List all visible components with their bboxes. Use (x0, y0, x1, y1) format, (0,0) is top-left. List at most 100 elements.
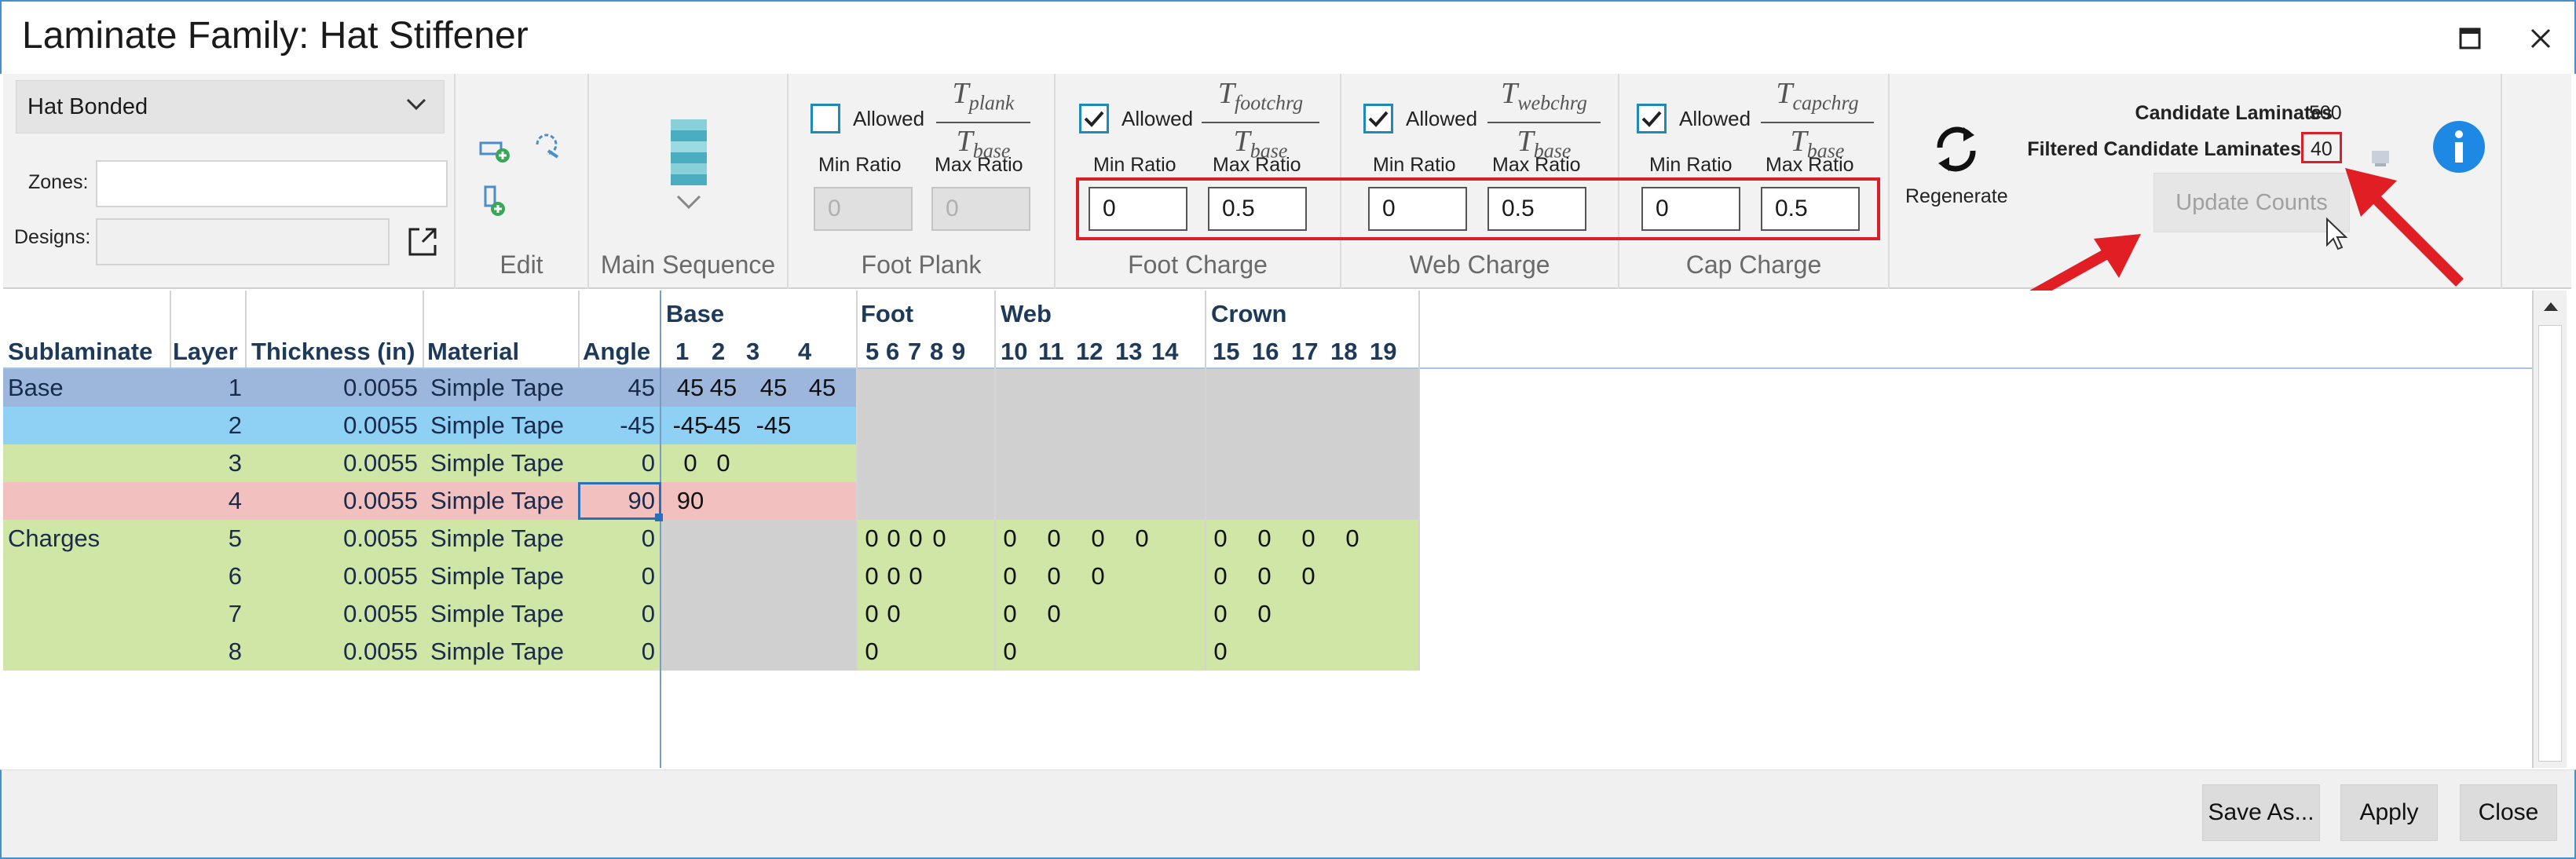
ply-value-cell[interactable]: 45 (699, 369, 748, 407)
ply-value-cell[interactable]: 0 (884, 557, 903, 595)
add-column-icon[interactable] (478, 184, 512, 218)
sublaminate-cell[interactable] (8, 444, 165, 482)
layer-cell[interactable]: 4 (173, 482, 242, 520)
ply-value-cell[interactable]: 0 (884, 520, 903, 557)
ply-header[interactable]: 8 (930, 333, 943, 371)
update-counts-button[interactable]: Update Counts (2153, 173, 2350, 232)
sublaminate-cell[interactable]: Charges (8, 520, 165, 557)
angle-cell[interactable]: 0 (584, 444, 655, 482)
chevron-down-icon[interactable] (675, 193, 702, 210)
ply-value-cell[interactable]: 0 (884, 595, 903, 633)
column-header-angle[interactable]: Angle (583, 333, 650, 371)
apply-button[interactable]: Apply (2340, 784, 2438, 841)
ply-header[interactable]: 12 (1076, 333, 1103, 371)
foot-charge-allowed-checkbox[interactable] (1079, 104, 1109, 133)
column-header-thickness[interactable]: Thickness (in) (251, 333, 415, 371)
ply-header[interactable]: 9 (952, 333, 965, 371)
angle-cell[interactable]: 0 (584, 557, 655, 595)
ply-header[interactable]: 3 (746, 333, 759, 371)
ply-value-cell[interactable]: 0 (906, 520, 925, 557)
ply-value-cell[interactable]: 0 (1211, 557, 1230, 595)
ply-header[interactable]: 19 (1370, 333, 1396, 371)
material-cell[interactable]: Simple Tape (430, 633, 576, 671)
add-row-icon[interactable] (478, 133, 512, 168)
ply-value-cell[interactable]: 0 (930, 520, 949, 557)
sublaminate-cell[interactable] (8, 557, 165, 595)
angle-cell[interactable]: 45 (584, 369, 655, 407)
ply-value-cell[interactable]: 0 (906, 557, 925, 595)
open-external-icon[interactable] (405, 225, 440, 259)
ply-value-cell[interactable]: 0 (1001, 595, 1019, 633)
ply-value-cell[interactable]: 0 (699, 444, 748, 482)
column-header-material[interactable]: Material (427, 333, 519, 371)
material-cell[interactable]: Simple Tape (430, 444, 576, 482)
ply-header[interactable]: 4 (798, 333, 811, 371)
angle-cell[interactable]: 0 (584, 595, 655, 633)
ply-value-cell[interactable]: 0 (1255, 520, 1274, 557)
zones-field[interactable] (96, 160, 448, 207)
ply-header[interactable]: 13 (1115, 333, 1142, 371)
column-header-layer[interactable]: Layer (173, 333, 238, 371)
foot-plank-min-input[interactable]: 0 (814, 187, 913, 231)
thickness-cell[interactable]: 0.0055 (251, 633, 418, 671)
ply-value-cell[interactable]: 0 (862, 633, 881, 671)
ply-value-cell[interactable]: 0 (1001, 633, 1019, 671)
ply-value-cell[interactable]: 45 (798, 369, 847, 407)
angle-cell[interactable]: 0 (584, 520, 655, 557)
ply-value-cell[interactable]: 0 (1001, 520, 1019, 557)
thickness-cell[interactable]: 0.0055 (251, 407, 418, 444)
angle-cell[interactable]: 0 (584, 633, 655, 671)
sublaminate-cell[interactable] (8, 482, 165, 520)
regenerate-icon[interactable] (1929, 118, 1984, 181)
ply-value-cell[interactable]: 0 (1132, 520, 1151, 557)
thickness-cell[interactable]: 0.0055 (251, 595, 418, 633)
close-button[interactable]: Close (2460, 784, 2557, 841)
ply-value-cell[interactable]: 0 (862, 595, 881, 633)
ply-value-cell[interactable]: 0 (1211, 520, 1230, 557)
ply-value-cell[interactable]: 0 (862, 557, 881, 595)
ply-header[interactable]: 17 (1291, 333, 1318, 371)
ply-value-cell[interactable]: 0 (1255, 595, 1274, 633)
scroll-up-icon[interactable] (2541, 298, 2560, 314)
sublaminate-cell[interactable] (8, 407, 165, 444)
ply-value-cell[interactable]: 0 (1299, 557, 1318, 595)
ply-value-cell[interactable]: 0 (1089, 520, 1107, 557)
close-icon[interactable] (2521, 19, 2560, 58)
sublaminate-cell[interactable] (8, 633, 165, 671)
ply-value-cell[interactable]: 0 (1089, 557, 1107, 595)
sublaminate-cell[interactable] (8, 595, 165, 633)
material-cell[interactable]: Simple Tape (430, 482, 576, 520)
layer-cell[interactable]: 2 (173, 407, 242, 444)
ply-value-cell[interactable]: 0 (1045, 520, 1063, 557)
ply-header[interactable]: 5 (865, 333, 879, 371)
ply-value-cell[interactable]: 0 (1001, 557, 1019, 595)
thickness-cell[interactable]: 0.0055 (251, 557, 418, 595)
ply-value-cell[interactable]: 0 (1045, 557, 1063, 595)
ply-value-cell[interactable]: 0 (1211, 595, 1230, 633)
ply-header[interactable]: 11 (1038, 333, 1064, 371)
layer-cell[interactable]: 6 (173, 557, 242, 595)
angle-cell[interactable]: 90 (584, 482, 655, 520)
layer-cell[interactable]: 8 (173, 633, 242, 671)
ply-value-cell[interactable]: 0 (862, 520, 881, 557)
ply-value-cell[interactable]: 45 (749, 369, 798, 407)
foot-plank-max-input[interactable]: 0 (931, 187, 1030, 231)
ply-header[interactable]: 1 (675, 333, 689, 371)
thickness-cell[interactable]: 0.0055 (251, 369, 418, 407)
ply-header[interactable]: 15 (1213, 333, 1239, 371)
layer-cell[interactable]: 7 (173, 595, 242, 633)
thickness-cell[interactable]: 0.0055 (251, 482, 418, 520)
material-cell[interactable]: Simple Tape (430, 520, 576, 557)
ply-header[interactable]: 16 (1252, 333, 1279, 371)
ply-value-cell[interactable]: 0 (1211, 633, 1230, 671)
layer-cell[interactable]: 3 (173, 444, 242, 482)
cap-charge-allowed-checkbox[interactable] (1637, 104, 1667, 133)
ply-header[interactable]: 2 (712, 333, 725, 371)
sublaminate-cell[interactable]: Base (8, 369, 165, 407)
vertical-scrollbar[interactable] (2532, 291, 2567, 768)
column-header-sublaminate[interactable]: Sublaminate (8, 333, 152, 371)
web-charge-allowed-checkbox[interactable] (1363, 104, 1393, 133)
foot-plank-allowed-checkbox[interactable] (810, 104, 840, 133)
ply-value-cell[interactable]: 0 (1255, 557, 1274, 595)
ply-value-cell[interactable]: 0 (1343, 520, 1362, 557)
